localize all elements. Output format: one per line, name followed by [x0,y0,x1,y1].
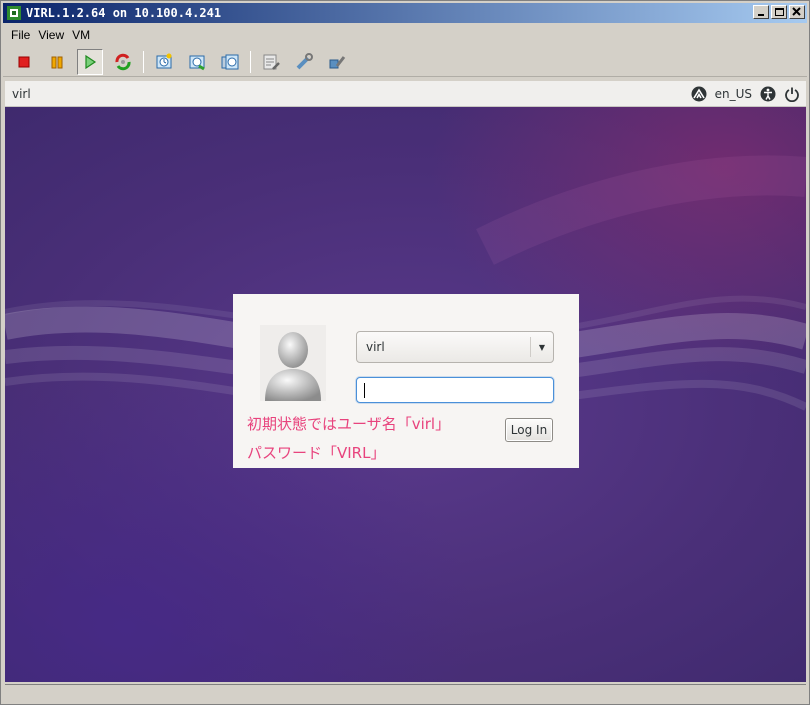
snapshot-button[interactable] [151,49,177,75]
annotation-username: 初期状態ではユーザ名「virl」 [247,415,451,433]
reset-icon [115,53,131,70]
toolbar-separator [143,50,144,73]
minimize-icon [758,14,764,16]
status-bar [5,684,806,702]
username-select[interactable]: virl ▼ [356,331,554,363]
password-field[interactable] [356,377,554,403]
accessibility-icon[interactable] [760,86,776,102]
menu-bar: File View VM [3,25,807,45]
hostname-label: virl [12,86,31,101]
toolbar-separator [250,50,251,73]
pause-icon [51,56,63,68]
toolbar [3,47,807,77]
login-button[interactable]: Log In [505,418,553,442]
menu-view[interactable]: View [38,28,64,42]
close-button[interactable] [789,5,805,19]
username-value: virl [366,340,385,354]
tools-icon [296,52,313,69]
annotation-password: パスワード「VIRL」 [247,444,386,462]
integration-button[interactable] [324,49,350,75]
menu-file[interactable]: File [11,28,30,42]
pause-button[interactable] [44,49,70,75]
network-icon[interactable] [691,86,707,102]
vm-console-window: VIRL.1.2.64 on 10.100.4.241 File View VM [0,0,810,705]
start-button[interactable] [77,48,103,75]
stop-button[interactable] [11,49,37,75]
close-icon [792,7,801,16]
snapshot-icon [156,53,172,68]
settings-icon [263,54,280,70]
manage-snapshots-icon [221,54,239,69]
revert-snapshot-icon [189,55,205,70]
maximize-button[interactable] [771,5,787,19]
integration-icon [329,55,346,68]
manage-snapshots-button[interactable] [217,49,243,75]
minimize-button[interactable] [753,5,769,19]
user-avatar-icon [260,325,326,401]
title-bar[interactable]: VIRL.1.2.64 on 10.100.4.241 [3,3,807,23]
text-caret [364,383,365,398]
app-icon [7,6,21,20]
play-icon [85,54,97,69]
login-dialog: virl ▼ 初期状態ではユーザ名「virl」 パスワード「VIRL」 Log … [233,294,579,468]
reset-button[interactable] [110,49,136,75]
power-icon[interactable] [784,86,800,102]
menu-vm[interactable]: VM [72,28,90,42]
language-indicator[interactable]: en_US [715,87,752,101]
maximize-icon [775,8,784,16]
chevron-down-icon: ▼ [538,342,546,352]
tools-button[interactable] [291,49,317,75]
stop-icon [18,56,30,67]
revert-snapshot-button[interactable] [184,49,210,75]
window-title: VIRL.1.2.64 on 10.100.4.241 [26,6,222,20]
guest-top-bar: virl en_US [5,81,806,107]
settings-button[interactable] [258,49,284,75]
guest-desktop[interactable]: virl ▼ 初期状態ではユーザ名「virl」 パスワード「VIRL」 Log … [5,107,806,682]
